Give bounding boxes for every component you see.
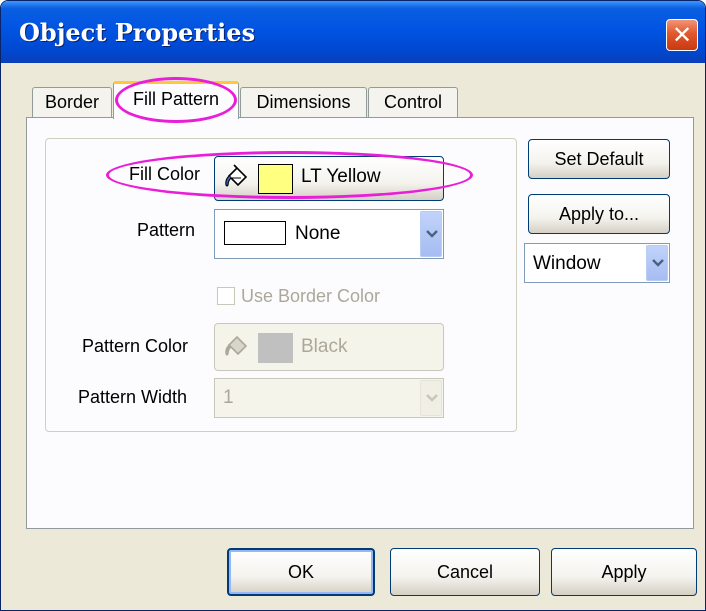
tab-control[interactable]: Control — [368, 87, 458, 117]
paint-bucket-icon — [225, 335, 248, 356]
pattern-width-value: 1 — [223, 387, 234, 408]
pattern-label: Pattern — [137, 220, 196, 240]
ok-button[interactable]: OK — [227, 548, 375, 596]
close-icon: ✕ — [671, 21, 693, 49]
pattern-dropdown-arrow[interactable] — [420, 211, 442, 257]
apply-scope-dropdown-arrow[interactable] — [646, 245, 668, 281]
use-border-color-label: Use Border Color — [241, 286, 381, 306]
title-bar[interactable]: Object Properties ✕ — [1, 1, 705, 63]
dropdown-arrow-icon — [426, 230, 438, 238]
dropdown-arrow-icon — [426, 394, 438, 402]
fill-color-value: LT Yellow — [301, 166, 381, 187]
apply-scope-select[interactable]: Window — [524, 243, 670, 283]
pattern-width-label: Pattern Width — [78, 387, 188, 407]
pattern-color-value: Black — [301, 336, 348, 357]
pattern-color-swatch — [258, 333, 293, 363]
fill-color-label: Fill Color — [129, 164, 201, 184]
apply-to-button[interactable]: Apply to... — [528, 194, 670, 234]
window-title: Object Properties — [19, 18, 256, 47]
tab-border[interactable]: Border — [32, 87, 112, 117]
use-border-color-checkbox[interactable] — [217, 287, 235, 305]
pattern-color-label: Pattern Color — [82, 336, 189, 356]
apply-button[interactable]: Apply — [551, 548, 697, 596]
pattern-preview — [224, 221, 286, 245]
cancel-button[interactable]: Cancel — [390, 548, 540, 596]
tab-fill-pattern[interactable]: Fill Pattern — [113, 81, 239, 119]
set-default-button[interactable]: Set Default — [528, 139, 670, 179]
fill-color-button[interactable]: LT Yellow — [214, 156, 444, 201]
tab-dimensions[interactable]: Dimensions — [240, 87, 367, 117]
object-properties-dialog: Object Properties ✕ Border Fill Pattern … — [0, 0, 706, 611]
close-button[interactable]: ✕ — [666, 19, 698, 51]
pattern-color-button[interactable]: Black — [214, 323, 444, 371]
pattern-width-select[interactable]: 1 — [214, 378, 444, 418]
pattern-width-dropdown-arrow[interactable] — [420, 380, 442, 416]
apply-scope-value: Window — [533, 253, 601, 274]
paint-bucket-icon — [225, 164, 248, 187]
fill-color-swatch — [258, 164, 293, 194]
pattern-value: None — [295, 223, 341, 244]
pattern-select[interactable]: None — [214, 209, 444, 259]
dropdown-arrow-icon — [652, 259, 664, 267]
